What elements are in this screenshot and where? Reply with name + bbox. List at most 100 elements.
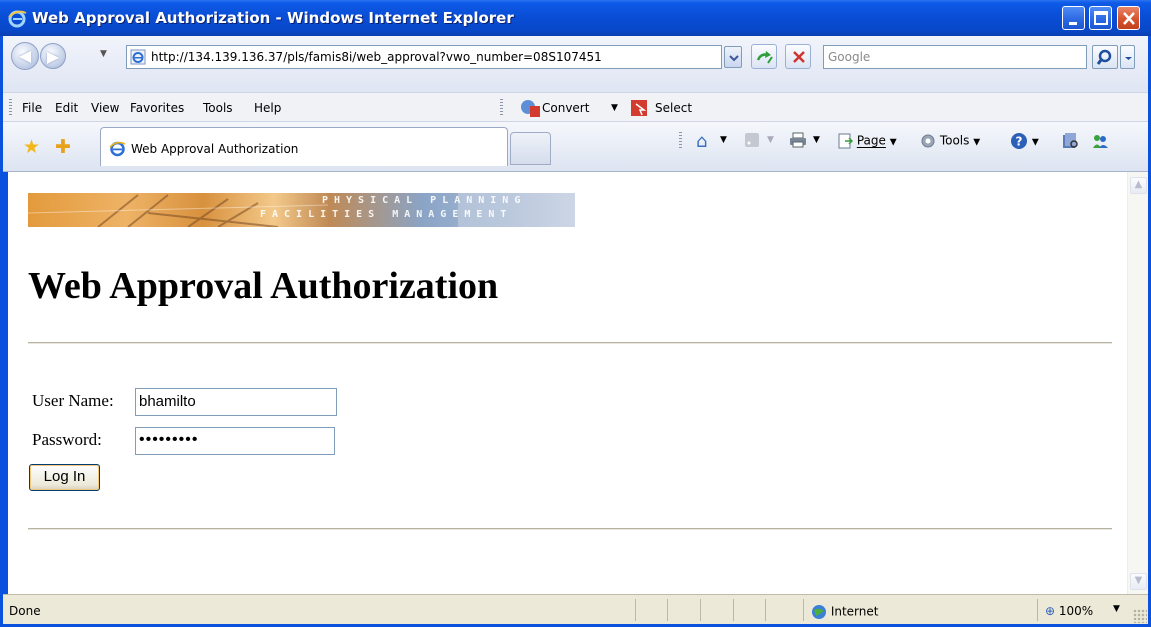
favorites-star-icon[interactable]: ★ (23, 136, 40, 158)
gear-icon (921, 134, 935, 148)
new-tab-button[interactable] (510, 132, 551, 165)
menu-help[interactable]: Help (254, 101, 281, 115)
forward-button[interactable]: ▶ (40, 43, 66, 69)
refresh-button[interactable] (751, 44, 777, 69)
window-title: Web Approval Authorization - Windows Int… (32, 9, 514, 27)
forward-arrow-icon: ▶ (46, 47, 60, 66)
stop-button[interactable] (785, 44, 811, 69)
chevron-down-icon: ▼ (973, 137, 981, 148)
search-placeholder: Google (828, 50, 871, 64)
chevron-down-icon: ▼ (767, 135, 774, 145)
page-icon (838, 133, 853, 149)
search-icon (1096, 49, 1112, 65)
menu-file[interactable]: File (22, 101, 42, 115)
chevron-down-icon[interactable]: ▼ (1113, 604, 1120, 614)
login-button[interactable]: Log In (29, 464, 100, 491)
chevron-down-icon[interactable]: ▼ (720, 135, 727, 145)
page-menu-button[interactable]: Page ▼ (837, 133, 897, 149)
minimize-button[interactable] (1062, 6, 1085, 30)
tools-menu-button[interactable]: Tools ▼ (920, 133, 980, 149)
vertical-scrollbar[interactable]: ▲ ▼ (1127, 172, 1148, 594)
help-icon: ? (1011, 133, 1027, 149)
globe-icon (812, 605, 826, 619)
page-content: PHYSICAL PLANNING FACILITIES MANAGEMENT … (8, 172, 1127, 594)
research-button[interactable] (1061, 132, 1079, 150)
address-field[interactable]: http://134.139.136.37/pls/famis8i/web_ap… (126, 45, 722, 69)
username-input[interactable]: bhamilto (135, 388, 337, 416)
browser-window: Web Approval Authorization - Windows Int… (0, 0, 1151, 627)
scroll-down-button[interactable]: ▼ (1130, 573, 1147, 590)
recent-pages-dropdown-icon[interactable]: ▼ (100, 49, 110, 59)
security-zone[interactable]: Internet (811, 604, 878, 620)
research-book-icon (1063, 133, 1078, 148)
status-separator (1037, 599, 1038, 621)
pdf-convert-icon (521, 100, 540, 117)
status-separator (635, 599, 636, 621)
toolbar-grip[interactable] (500, 99, 503, 117)
search-button[interactable] (1092, 45, 1118, 69)
resize-grip[interactable] (1133, 609, 1147, 623)
close-button[interactable] (1117, 6, 1140, 30)
banner-text-line1: PHYSICAL PLANNING (322, 195, 527, 206)
help-button[interactable]: ? ▼ (1010, 132, 1039, 150)
password-input[interactable]: ••••••••• (135, 427, 335, 455)
page-menu-label: Page (856, 133, 886, 148)
title-bar[interactable]: Web Approval Authorization - Windows Int… (0, 0, 1151, 36)
status-separator (803, 599, 804, 621)
chevron-down-icon[interactable]: ▼ (813, 135, 820, 145)
close-icon (1123, 12, 1135, 25)
divider (28, 528, 1112, 530)
site-banner-logo: PHYSICAL PLANNING FACILITIES MANAGEMENT (28, 193, 575, 227)
feeds-button[interactable] (744, 132, 760, 148)
internet-explorer-icon (8, 10, 27, 28)
back-button[interactable]: ◀ (11, 42, 39, 70)
messenger-icon (1093, 135, 1108, 148)
refresh-icon (756, 51, 773, 64)
chevron-down-icon (1125, 57, 1132, 60)
menu-tools[interactable]: Tools (203, 101, 233, 115)
pdf-select-icon (631, 100, 647, 116)
page-icon (130, 49, 146, 65)
menu-edit[interactable]: Edit (55, 101, 78, 115)
banner-text-line2: FACILITIES MANAGEMENT (260, 209, 513, 220)
zoom-icon: ⊕ (1045, 604, 1056, 618)
username-label: User Name: (32, 391, 114, 410)
tab-web-approval[interactable]: Web Approval Authorization (100, 127, 508, 166)
address-url: http://134.139.136.37/pls/famis8i/web_ap… (151, 50, 602, 64)
status-separator (733, 599, 734, 621)
tab-bar: ★ ✚ Web Approval Authorization ⌂ ▼ ▼ ▼ P… (3, 122, 1148, 172)
maximize-button[interactable] (1089, 6, 1112, 30)
address-dropdown-button[interactable] (724, 46, 742, 68)
search-input[interactable]: Google (823, 45, 1087, 69)
menu-favorites[interactable]: Favorites (130, 101, 184, 115)
messenger-button[interactable] (1091, 132, 1109, 150)
chevron-down-icon: ▼ (1031, 137, 1039, 148)
print-button[interactable] (789, 132, 807, 148)
toolbar-grip[interactable] (9, 99, 12, 117)
search-options-button[interactable] (1120, 45, 1135, 69)
home-icon[interactable]: ⌂ (696, 131, 707, 152)
minimize-icon (1069, 22, 1077, 25)
chevron-up-icon: ▲ (1134, 179, 1143, 190)
add-favorite-icon[interactable]: ✚ (55, 136, 71, 158)
stop-icon (793, 51, 805, 63)
svg-text:?: ? (1016, 135, 1023, 149)
divider (28, 342, 1112, 344)
status-separator (700, 599, 701, 621)
menu-view[interactable]: View (91, 101, 119, 115)
zoom-control[interactable]: ⊕ 100% (1045, 604, 1093, 618)
toolbar-grip[interactable] (679, 132, 682, 150)
tools-menu-label: Tools (939, 133, 970, 148)
maximize-icon (1094, 11, 1108, 25)
security-zone-label: Internet (830, 604, 879, 619)
select-label: Select (655, 101, 693, 115)
status-separator (765, 599, 766, 621)
internet-explorer-icon (109, 141, 126, 157)
rss-feed-icon (745, 133, 759, 147)
chevron-down-icon (729, 55, 739, 62)
page-title: Web Approval Authorization (28, 265, 499, 307)
status-bar: Done Internet ⊕ 100% ▼ (3, 594, 1148, 624)
chevron-down-icon: ▼ (611, 103, 618, 113)
scroll-up-button[interactable]: ▲ (1130, 177, 1147, 194)
status-separator (667, 599, 668, 621)
